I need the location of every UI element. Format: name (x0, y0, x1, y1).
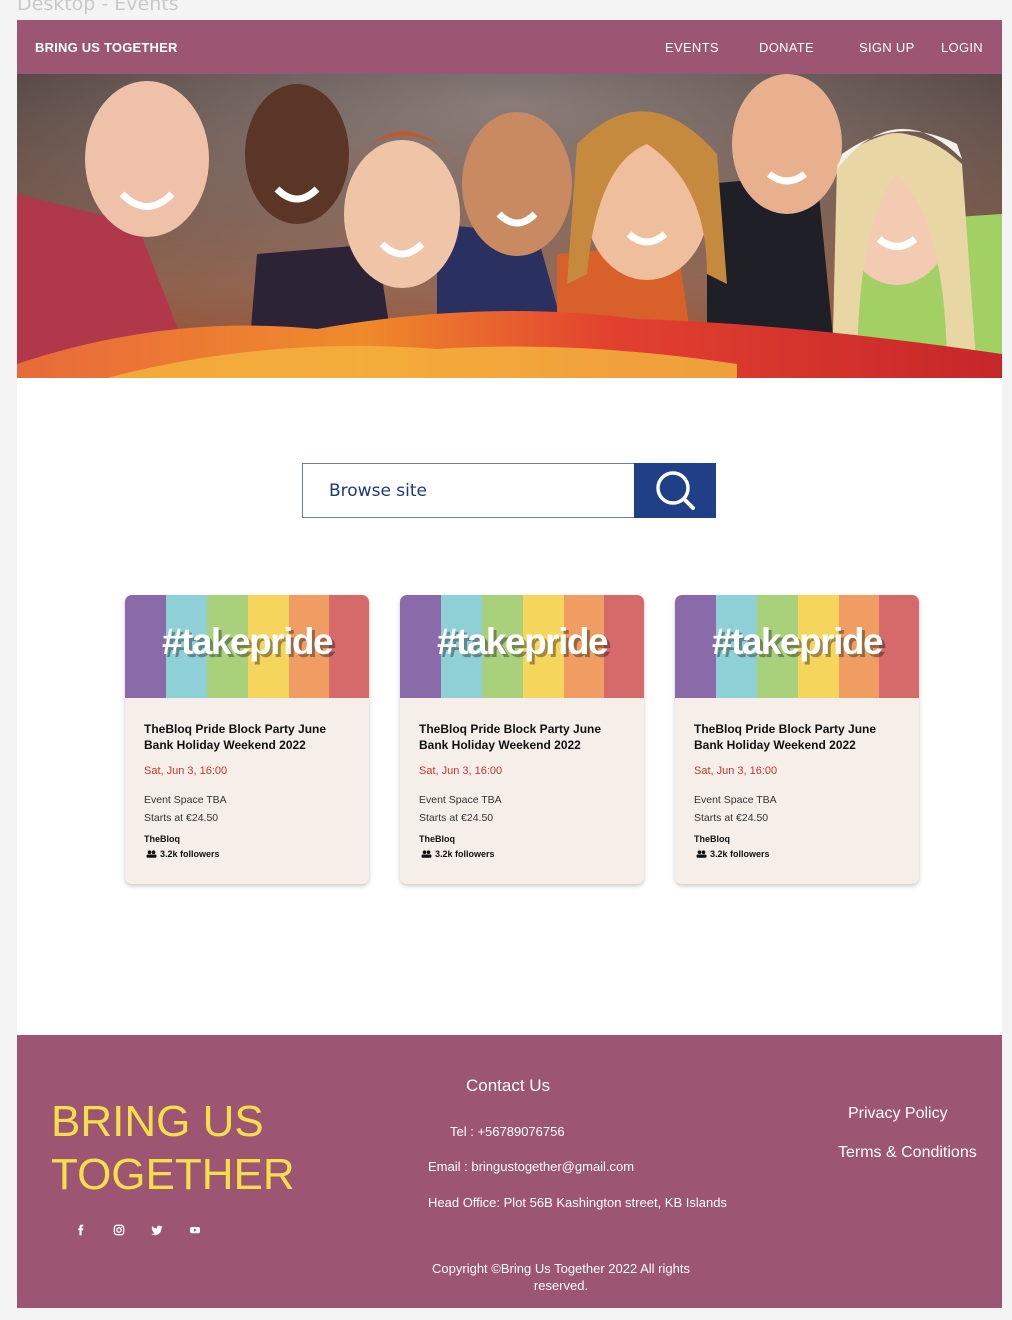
event-card-followers: 3.2k followers (146, 849, 220, 859)
privacy-policy-link[interactable]: Privacy Policy (848, 1105, 948, 1123)
nav-brand[interactable]: BRING US TOGETHER (35, 40, 178, 55)
copyright: Copyright ©Bring Us Together 2022 All ri… (432, 1261, 690, 1293)
event-card-image-text: #takepride (436, 621, 609, 662)
hero-image (17, 74, 1002, 378)
event-card-venue: Event Space TBA (144, 794, 227, 806)
contact-us-heading: Contact Us (466, 1076, 551, 1095)
facebook-icon[interactable] (75, 1224, 87, 1236)
top-nav: BRING US TOGETHER EVENTS DONATE SIGN UP … (17, 20, 1002, 74)
event-card[interactable]: #takepride TheBloq Pride Block Party Jun… (400, 595, 644, 884)
event-card-organizer[interactable]: TheBloq (144, 834, 180, 844)
event-card-followers-text: 3.2k followers (160, 849, 220, 859)
event-card-followers-text: 3.2k followers (710, 849, 770, 859)
event-card-image-text: #takepride (161, 621, 334, 662)
followers-icon (146, 850, 157, 858)
terms-conditions-link[interactable]: Terms & Conditions (838, 1144, 977, 1162)
nav-link-login[interactable]: LOGIN (941, 40, 983, 55)
event-card-image: #takepride (400, 595, 644, 698)
followers-icon (421, 850, 432, 858)
footer-brand-line1: BRING US (51, 1097, 264, 1146)
frame-label: Desktop - Events (17, 0, 179, 15)
event-card-organizer[interactable]: TheBloq (694, 834, 730, 844)
contact-head-office: Head Office: Plot 56B Kashington street,… (428, 1195, 727, 1210)
footer-brand-line2: TOGETHER (51, 1150, 295, 1199)
event-card-followers: 3.2k followers (696, 849, 770, 859)
youtube-icon[interactable] (189, 1224, 201, 1236)
event-card-image: #takepride (675, 595, 919, 698)
events-page: BRING US TOGETHER EVENTS DONATE SIGN UP … (17, 20, 1002, 1308)
event-card-price: Starts at €24.50 (694, 812, 769, 824)
event-card-date: Sat, Jun 3, 16:00 (419, 765, 503, 777)
nav-link-donate[interactable]: DONATE (759, 40, 814, 55)
event-card-organizer[interactable]: TheBloq (419, 834, 455, 844)
followers-icon (696, 850, 707, 858)
event-card-date: Sat, Jun 3, 16:00 (144, 765, 228, 777)
search-button[interactable] (634, 463, 716, 518)
event-card-followers: 3.2k followers (421, 849, 495, 859)
search-bar (302, 463, 716, 518)
nav-link-sign-up[interactable]: SIGN UP (859, 40, 915, 55)
event-card-followers-text: 3.2k followers (435, 849, 495, 859)
search-icon (656, 471, 695, 510)
event-card[interactable]: #takepride TheBloq Pride Block Party Jun… (125, 595, 369, 884)
footer: BRING US TOGETHER Contact Us Tel : +5678… (17, 1035, 1002, 1308)
event-card[interactable]: #takepride TheBloq Pride Block Party Jun… (675, 595, 919, 884)
event-card-price: Starts at €24.50 (419, 812, 494, 824)
nav-link-events[interactable]: EVENTS (665, 40, 719, 55)
event-card-title[interactable]: TheBloq Pride Block Party June Bank Holi… (694, 721, 906, 753)
event-card-venue: Event Space TBA (419, 794, 502, 806)
event-card-venue: Event Space TBA (694, 794, 777, 806)
contact-email[interactable]: Email : bringustogether@gmail.com (428, 1159, 634, 1174)
instagram-icon[interactable] (113, 1224, 125, 1236)
footer-brand: BRING US TOGETHER (51, 1095, 295, 1201)
event-card-title[interactable]: TheBloq Pride Block Party June Bank Holi… (144, 721, 356, 753)
contact-phone[interactable]: Tel : +56789076756 (450, 1124, 565, 1139)
twitter-icon[interactable] (151, 1224, 163, 1236)
event-card-price: Starts at €24.50 (144, 812, 219, 824)
search-input[interactable] (302, 463, 634, 518)
event-card-title[interactable]: TheBloq Pride Block Party June Bank Holi… (419, 721, 631, 753)
event-card-image-text: #takepride (711, 621, 884, 662)
event-card-image: #takepride (125, 595, 369, 698)
event-card-date: Sat, Jun 3, 16:00 (694, 765, 778, 777)
